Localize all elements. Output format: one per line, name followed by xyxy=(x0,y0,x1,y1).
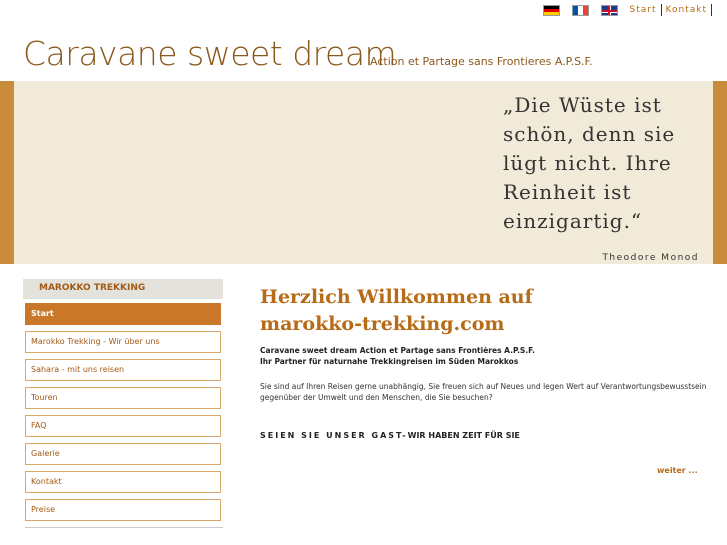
quote-author: Theodore Monod xyxy=(602,253,699,263)
page-title: Herzlich Willkommen auf marokko-trekking… xyxy=(260,286,533,335)
guest-tagline-rest: WIR HABEN ZEIT FÜR SIE xyxy=(407,431,520,440)
intro-text: Caravane sweet dream Action et Partage s… xyxy=(260,345,710,367)
main-content: Herzlich Willkommen auf marokko-trekking… xyxy=(260,284,710,440)
intro-line: Ihr Partner für naturnahe Trekkingreisen… xyxy=(260,357,519,366)
uk-flag-icon[interactable] xyxy=(600,4,618,16)
sidebar-item-touren[interactable]: Touren xyxy=(25,387,221,409)
french-flag-icon[interactable] xyxy=(571,4,589,16)
banner-quote: „Die Wüste ist schön, denn sie lügt nich… xyxy=(503,91,713,236)
german-flag-icon[interactable] xyxy=(542,4,560,16)
nav-link-start[interactable]: Start xyxy=(626,4,661,16)
nav-divider xyxy=(711,4,713,16)
quote-line: einzigartig.“ xyxy=(503,209,643,233)
quote-line: „Die Wüste ist xyxy=(503,93,662,117)
sidebar-item-sahara[interactable]: Sahara - mit uns reisen xyxy=(25,359,221,381)
sidebar-item-kontakt[interactable]: Kontakt xyxy=(25,471,221,493)
sidebar-heading: MAROKKO TREKKING xyxy=(23,279,223,299)
read-more-link[interactable]: weiter ... xyxy=(657,466,698,475)
site-title: Caravane sweet dream xyxy=(23,34,397,73)
guest-tagline: SEIEN SIE UNSER GAST-WIR HABEN ZEIT FÜR … xyxy=(260,431,710,440)
sidebar-item-faq[interactable]: FAQ xyxy=(25,415,221,437)
quote-line: lügt nicht. Ihre xyxy=(503,151,672,175)
intro-paragraph: Sie sind auf Ihren Reisen gerne unabhäng… xyxy=(260,382,707,402)
site-subtitle: Action et Partage sans Frontieres A.P.S.… xyxy=(370,55,593,68)
sidebar-item-wir-ueber-uns[interactable]: Marokko Trekking - Wir über uns xyxy=(25,331,221,353)
top-navigation: Start Kontakt xyxy=(542,3,713,17)
sidebar-divider xyxy=(25,527,223,528)
sidebar-menu: Start Marokko Trekking - Wir über uns Sa… xyxy=(23,303,223,521)
intro-line: Caravane sweet dream Action et Partage s… xyxy=(260,346,536,355)
guest-tagline-spaced: SEIEN SIE UNSER GAST- xyxy=(260,431,408,440)
quote-line: Reinheit ist xyxy=(503,180,632,204)
sidebar-item-galerie[interactable]: Galerie xyxy=(25,443,221,465)
sidebar-item-preise[interactable]: Preise xyxy=(25,499,221,521)
sidebar: MAROKKO TREKKING Start Marokko Trekking … xyxy=(23,279,223,528)
nav-link-kontakt[interactable]: Kontakt xyxy=(660,4,711,16)
quote-line: schön, denn sie xyxy=(503,122,676,146)
sidebar-item-start[interactable]: Start xyxy=(25,303,221,325)
